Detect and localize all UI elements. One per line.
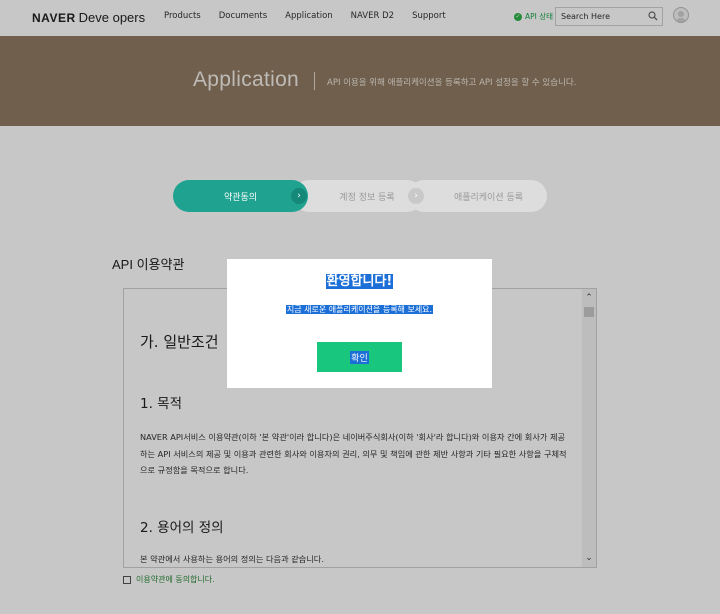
confirm-button[interactable]: 확인 <box>317 342 402 372</box>
step-label: 약관동의 <box>223 192 258 203</box>
step-label: 애플리케이션 등록 <box>453 192 524 203</box>
step-app-registration: 애플리케이션 등록 <box>408 180 547 212</box>
step-account-info: 계정 정보 등록 <box>293 180 423 212</box>
chevron-right-icon: › <box>408 188 424 204</box>
dialog-message-text: 지금 새로운 애플리케이션을 등록해 보세요. <box>285 305 434 314</box>
dialog-title: 환영합니다! <box>227 270 492 289</box>
step-terms-agreement: 약관동의 <box>173 180 308 212</box>
confirm-button-label: 확인 <box>350 350 369 364</box>
chevron-right-icon: › <box>291 188 307 204</box>
welcome-dialog: 환영합니다! 지금 새로운 애플리케이션을 등록해 보세요. 확인 <box>227 259 492 388</box>
step-label: 계정 정보 등록 <box>339 192 395 203</box>
dialog-message: 지금 새로운 애플리케이션을 등록해 보세요. <box>227 297 492 316</box>
dialog-title-text: 환영합니다! <box>325 274 394 289</box>
